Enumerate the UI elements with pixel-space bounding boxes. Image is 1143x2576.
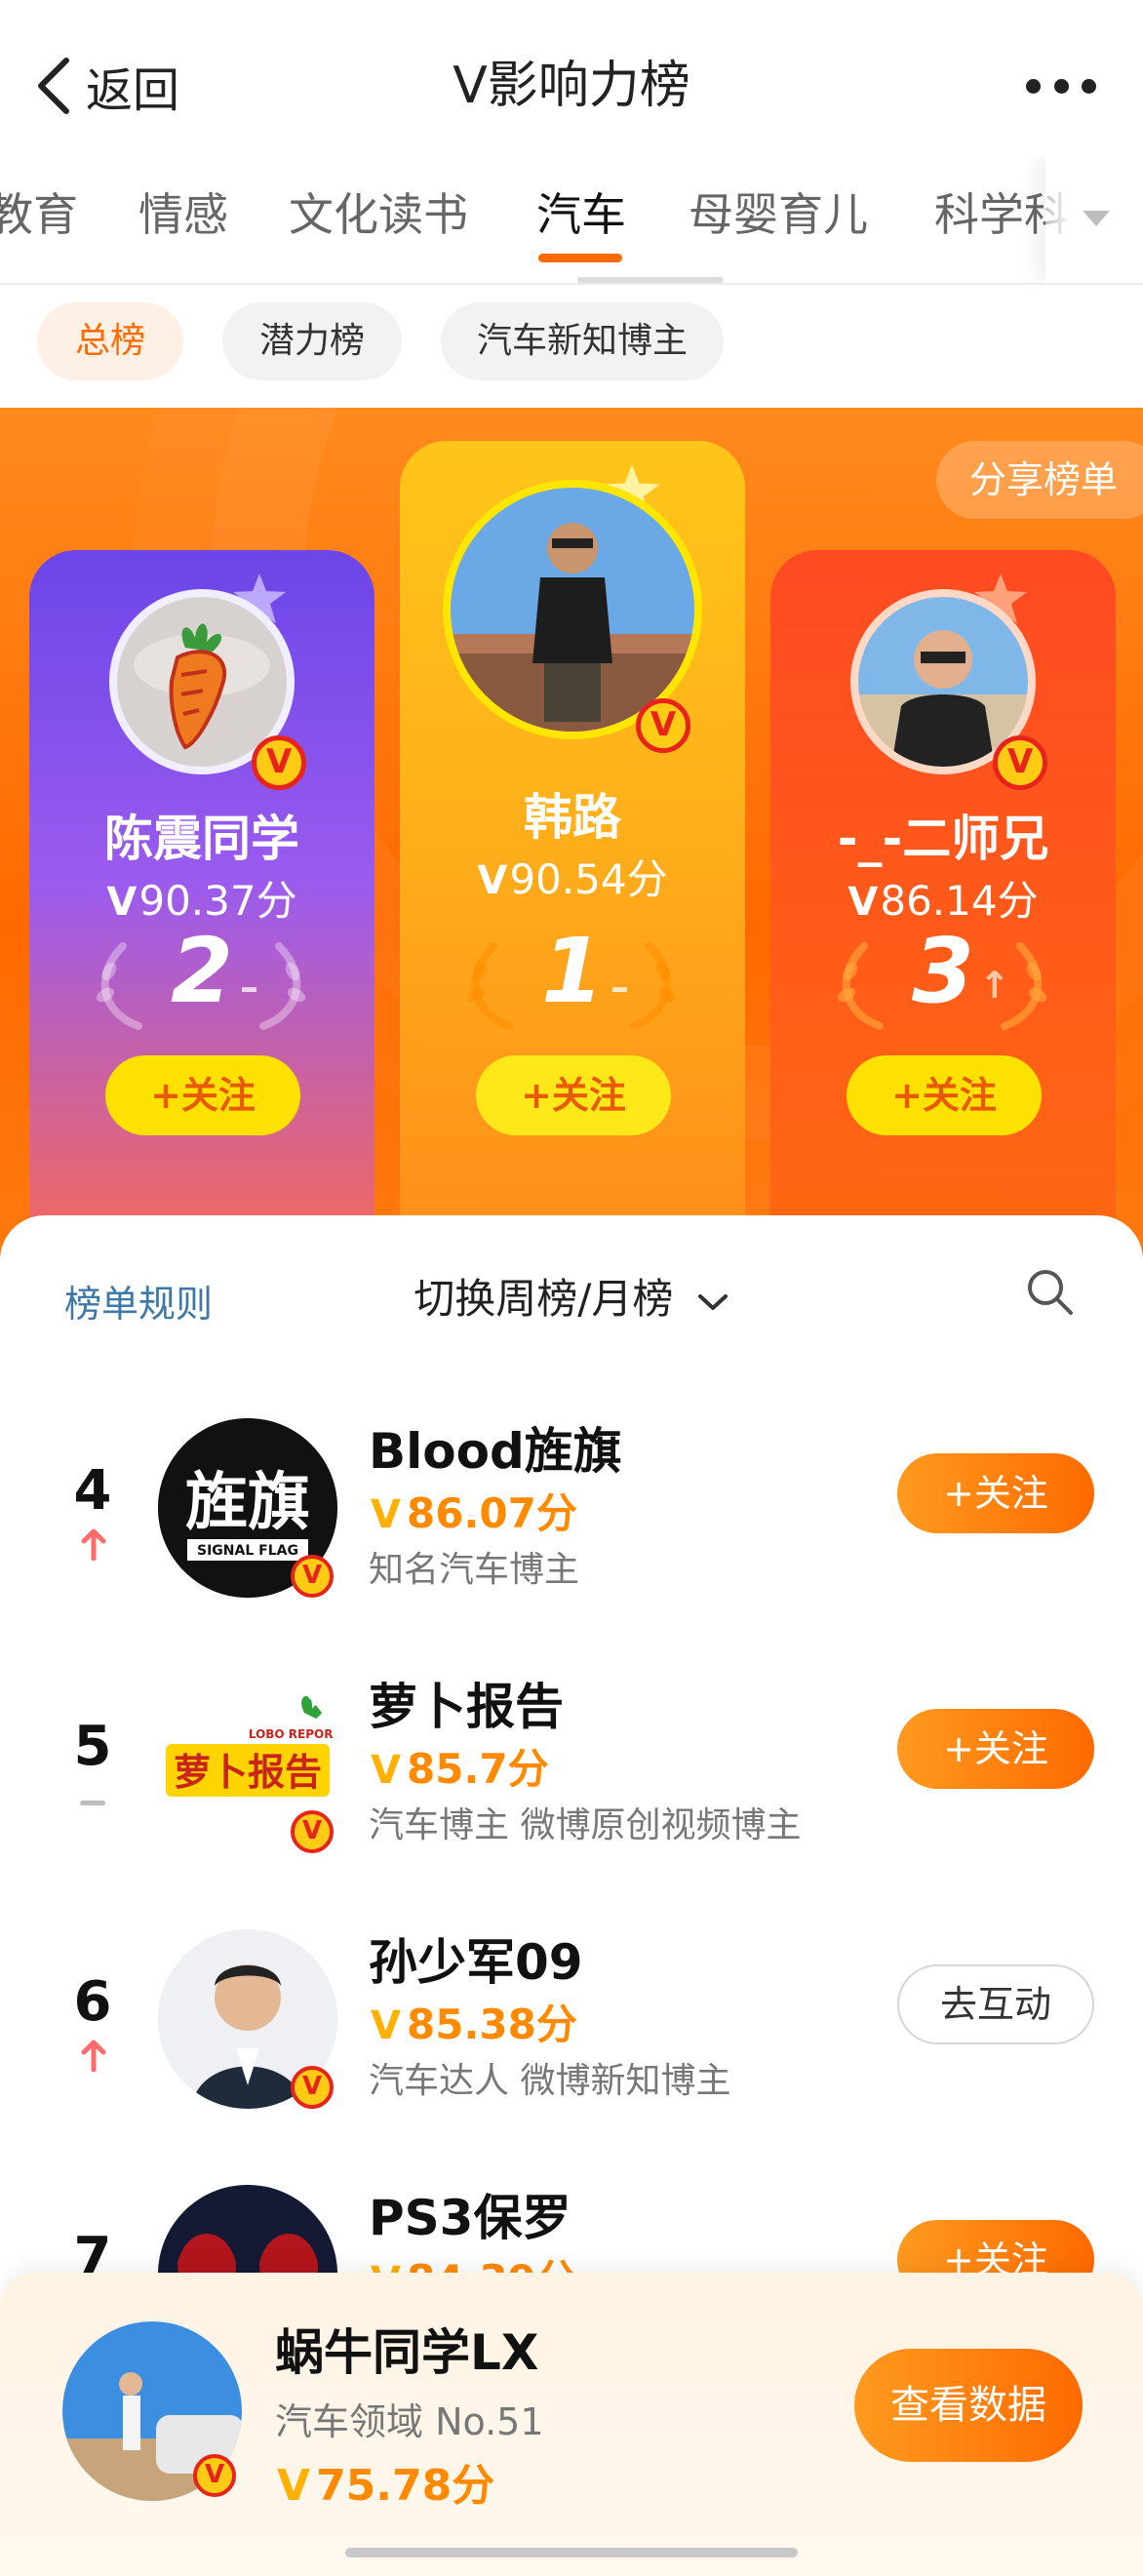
logo-main-text: 萝卜报告 — [174, 1751, 322, 1794]
top-nav-bar: 返回 V影响力榜 — [0, 0, 1143, 156]
row-score: V 85.38分 — [371, 1992, 577, 2051]
podium-name: -_-二师兄 — [837, 811, 1049, 867]
row-score: V 85.7分 — [371, 1736, 549, 1796]
verified-v-badge: V — [291, 1810, 334, 1853]
expand-categories-button[interactable] — [1045, 156, 1143, 283]
more-options-icon[interactable] — [1026, 66, 1096, 105]
logo-sub-text: LOBO REPORT — [249, 1727, 337, 1741]
podium-name: 韩路 — [524, 789, 621, 846]
row-description: 知名汽车博主 — [369, 1550, 580, 1590]
row-name[interactable]: 萝卜报告 — [369, 1668, 564, 1738]
top-three-podium: 分享榜单 V 陈震同学 V 90.37分 2 – +关注 V 韩路 V90.54分… — [0, 408, 1143, 1266]
interact-button[interactable]: 去互动 — [897, 1964, 1094, 2044]
page-title: V影响力榜 — [453, 57, 690, 115]
rank-trend-flat: – — [240, 966, 258, 1009]
verified-v-badge: V — [636, 698, 690, 753]
rank-flat-dash-icon — [80, 1801, 105, 1805]
tab-education[interactable]: 教育 — [0, 183, 78, 246]
row-name[interactable]: 孙少军09 — [369, 1923, 583, 1994]
chevron-down-icon — [697, 1293, 728, 1310]
tab-scroll-indicator — [577, 277, 724, 283]
period-switch-dropdown[interactable]: 切换周榜/月榜 — [0, 1266, 1143, 1326]
my-score: V 75.78分 — [277, 2450, 494, 2513]
my-ranking-bar: V 蜗牛同学LX 汽车领域 No.51 V 75.78分 查看数据 — [0, 2273, 1143, 2576]
tab-culture-reading[interactable]: 文化读书 — [289, 183, 468, 246]
podium-card-third[interactable]: V -_-二师兄 V86.14分 3 ↑ +关注 — [770, 550, 1116, 1266]
v-score-icon: V — [277, 2461, 311, 2511]
verified-v-badge: V — [193, 2454, 236, 2497]
logo-main-text: 旌旗 — [185, 1466, 310, 1539]
v-score-icon: V — [371, 2003, 401, 2048]
follow-button[interactable]: +关注 — [847, 1055, 1042, 1135]
share-ranking-button[interactable]: 分享榜单 — [935, 441, 1143, 519]
search-icon[interactable] — [1024, 1266, 1075, 1317]
follow-button[interactable]: +关注 — [105, 1055, 300, 1135]
row-score: V 86.07分 — [371, 1481, 577, 1540]
ranking-row[interactable]: 4 旌旗 SIGNAL FLAG V Blood旌旗 V 86.07分 知名汽车博… — [0, 1391, 1143, 1615]
row-description: 汽车达人 微博新知博主 — [369, 2061, 731, 2101]
row-rank: 5 — [73, 1715, 112, 1778]
podium-score-value: 90.37分 — [138, 877, 297, 925]
podium-rank: 3 — [911, 919, 974, 1023]
row-rank: 6 — [73, 1970, 112, 2034]
verified-v-badge: V — [993, 735, 1047, 790]
v-score-icon: V — [477, 858, 508, 903]
row-description: 汽车博主 微博原创视频博主 — [369, 1805, 802, 1845]
active-tab-indicator — [538, 254, 622, 262]
verified-v-badge: V — [291, 2066, 334, 2109]
verified-v-badge: V — [252, 735, 306, 790]
ranking-row[interactable]: 5 萝卜报告 LOBO REPORT V 萝卜报告 V 85.7分 汽车博主 微博… — [0, 1646, 1143, 1871]
verified-v-badge: V — [291, 1555, 334, 1598]
avatar-image — [451, 488, 694, 732]
my-name: 蜗牛同学LX — [275, 2324, 539, 2381]
podium-card-second[interactable]: V 陈震同学 V90.37分 2 – +关注 — [29, 550, 374, 1266]
rank-trend-up: ↑ — [979, 964, 1010, 1007]
podium-score-value: 90.54分 — [509, 855, 668, 903]
row-name[interactable]: Blood旌旗 — [369, 1412, 622, 1483]
my-score-value: 75.78分 — [316, 2461, 495, 2511]
podium-name: 陈震同学 — [104, 811, 299, 867]
tab-new-knowledge[interactable]: 汽车新知博主 — [441, 302, 724, 380]
follow-button[interactable]: +关注 — [476, 1055, 671, 1135]
row-score-value: 85.38分 — [406, 2001, 577, 2048]
ranking-row[interactable]: 6 V 孙少军09 V 85.38分 汽车达人 微博新知博主 去互动 — [0, 1902, 1143, 2126]
podium-rank: 2 — [170, 919, 233, 1023]
tab-parenting[interactable]: 母婴育儿 — [689, 183, 868, 246]
row-rank: 4 — [73, 1459, 112, 1523]
v-score-icon: V — [371, 1492, 401, 1537]
v-score-icon: V — [371, 1748, 401, 1793]
follow-button[interactable]: +关注 — [897, 1709, 1094, 1789]
dot — [1053, 78, 1069, 94]
podium-rank: 1 — [540, 919, 604, 1023]
person-avatar-icon — [451, 488, 694, 732]
logo-sub-text: SIGNAL FLAG — [197, 1543, 298, 1559]
period-switch-label: 切换周榜/月榜 — [414, 1275, 674, 1323]
podium-score-value: 86.14分 — [880, 877, 1039, 925]
rank-up-arrow-icon — [81, 2040, 106, 2072]
category-tab-bar: 教育 情感 文化读书 汽车 母婴育儿 科学科 — [0, 156, 1143, 285]
caret-down-icon — [1083, 211, 1110, 226]
row-score-value: 85.7分 — [406, 1745, 549, 1793]
ranking-type-tabs: 总榜 潜力榜 汽车新知博主 — [0, 285, 1143, 402]
home-indicator — [345, 2548, 798, 2557]
row-name[interactable]: PS3保罗 — [369, 2179, 571, 2249]
podium-score: V90.54分 — [400, 847, 745, 906]
row-score-value: 86.07分 — [406, 1489, 577, 1537]
my-domain-rank: 汽车领域 No.51 — [275, 2400, 544, 2443]
follow-button[interactable]: +关注 — [897, 1453, 1094, 1533]
view-data-button[interactable]: 查看数据 — [854, 2349, 1083, 2462]
rank-trend-flat: – — [611, 966, 629, 1009]
dot — [1026, 78, 1041, 94]
rank-up-arrow-icon — [81, 1528, 106, 1561]
tab-overall[interactable]: 总榜 — [37, 302, 183, 380]
tab-automotive[interactable]: 汽车 — [536, 183, 626, 246]
tab-potential[interactable]: 潜力榜 — [222, 302, 402, 380]
podium-card-first[interactable]: V 韩路 V90.54分 1 – +关注 — [400, 441, 745, 1266]
tab-emotion[interactable]: 情感 — [138, 183, 228, 246]
dot — [1082, 78, 1096, 94]
